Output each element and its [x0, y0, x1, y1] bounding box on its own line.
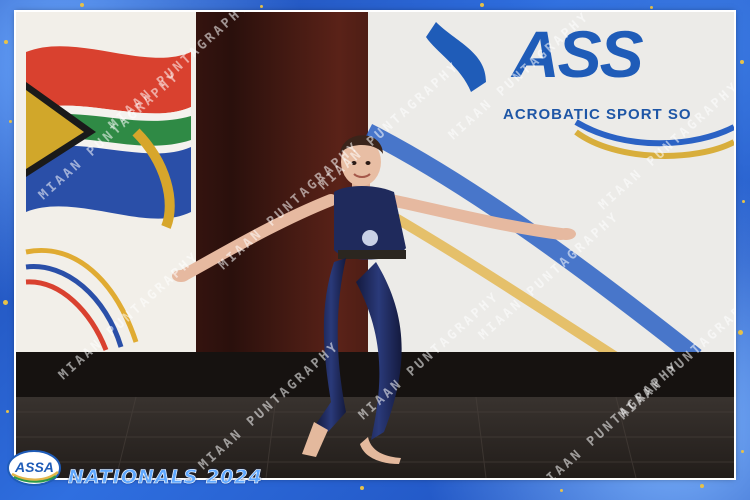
- flag-banner: [16, 12, 196, 352]
- logo-text: ASSA: [15, 459, 54, 475]
- banner-initials: ASS: [512, 17, 644, 91]
- banner-org-text: ACROBATIC SPORT SO: [503, 106, 692, 123]
- assa-logo: ASSA: [6, 448, 62, 488]
- event-title: NATIONALS 2024: [68, 466, 263, 489]
- event-photo: ASS ACROBATIC SPORT SO MIAAN PUNTAGRAPHY…: [16, 12, 734, 478]
